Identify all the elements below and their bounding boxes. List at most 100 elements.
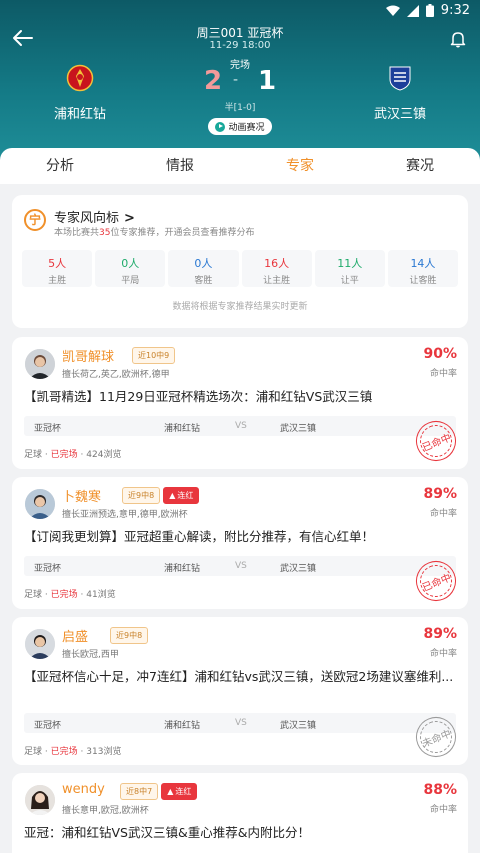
separator: · (44, 747, 48, 757)
hit-rate-label: 命中率 (429, 369, 457, 379)
streak-badge: ▲ 连红 (161, 783, 198, 800)
home-score: 2 (204, 66, 223, 96)
match-row: 亚冠杯 浦和红钻 VS 武汉三镇 (24, 713, 456, 733)
wind-vane-title[interactable]: 专家风向标 > (54, 207, 135, 226)
stat-label: 客胜 (194, 276, 213, 286)
sport: 足球 (24, 450, 43, 460)
article-title[interactable]: 【凯哥精选】11月29日亚冠杯精选场次：浦和红钻VS武汉三镇 (24, 387, 456, 407)
separator: · (44, 590, 48, 600)
expert-card[interactable]: 启盛 近9中8 擅长欧冠,西甲 89% 命中率 【亚冠杯信心十足，冲7连红】浦和… (12, 617, 468, 765)
view-count: 41浏览 (86, 590, 116, 600)
stat-label: 主胜 (48, 276, 67, 286)
home-team[interactable]: 浦和红钻 (30, 64, 130, 122)
tab-live[interactable]: 赛况 (360, 148, 480, 184)
match-row: 亚冠杯 浦和红钻 VS 武汉三镇 (24, 416, 456, 436)
away-team[interactable]: 武汉三镇 (350, 64, 450, 122)
tab-intel[interactable]: 情报 (120, 148, 240, 184)
article-footer: 足球 · 已完场 · 41浏览 (24, 587, 116, 600)
battery-icon (425, 4, 434, 17)
view-count: 313浏览 (86, 747, 122, 757)
avatar (25, 785, 55, 815)
stat-home-win: 5人 主胜 (22, 250, 93, 287)
match-title: 周三001 亚冠杯 (196, 26, 284, 40)
expert-name: 卜魏寒 (62, 490, 102, 505)
sport: 足球 (24, 747, 43, 757)
flame-icon: ▲ (167, 787, 174, 796)
wifi-icon (385, 5, 400, 16)
stat-away-win: 0人客胜 (168, 250, 239, 287)
view-count: 424浏览 (86, 450, 122, 460)
expert-card[interactable]: wendy 近8中7 ▲ 连红 擅长意甲,欧冠,欧洲杯 88% 命中率 亚冠：浦和… (12, 773, 468, 853)
stat-handicap-draw: 11人让平 (314, 250, 385, 287)
animation-live-button[interactable]: 动画赛况 (208, 118, 272, 135)
half-time-score: 半[1-0] (224, 103, 256, 113)
prediction-stats: 5人 主胜 0人平局 0人客胜 16人让主胜 11人让平 14人 让客胜 (22, 250, 459, 287)
expert-badges: 近10中9 (132, 347, 176, 364)
stat-value: 0人 (194, 257, 213, 270)
expert-card[interactable]: 凯哥解球 近10中9 擅长荷乙,英乙,欧洲杯,德甲 90% 命中率 【凯哥精选】… (12, 337, 468, 469)
hit-rate-label: 命中率 (429, 649, 457, 659)
stat-handicap-away-win: 14人 让客胜 (387, 250, 459, 287)
match-state: 已完场 (50, 747, 78, 757)
flame-icon: ▲ (169, 491, 176, 500)
expert-wind-vane-card: 宁 专家风向标 > 本场比赛共35位专家推荐，开通会员查看推荐分布 5人 主胜 0人… (12, 195, 468, 328)
match-header: 9:32 周三001 亚冠杯 11-29 18:00 完场 浦和红钻 2 - 1… (0, 0, 480, 165)
tab-experts[interactable]: 专家 (240, 148, 360, 184)
home-team-logo-icon (66, 64, 94, 92)
play-icon (215, 121, 226, 132)
separator: · (80, 747, 84, 757)
stat-value: 16人 (264, 257, 290, 270)
match-state: 已完场 (50, 590, 78, 600)
match-datetime: 11-29 18:00 (209, 40, 271, 51)
home-team: 浦和红钻 (164, 564, 201, 574)
score-separator: - (233, 72, 239, 88)
stat-label: 让主胜 (263, 276, 291, 286)
article-title[interactable]: 亚冠：浦和红钻VS武汉三镇&重心推荐&内附比分！ (24, 823, 456, 843)
expert-specialties: 擅长意甲,欧冠,欧洲杯 (62, 806, 149, 816)
subtitle-pre: 本场比赛共 (54, 228, 100, 238)
expert-name: wendy (62, 782, 105, 797)
stat-draw: 0人平局 (95, 250, 166, 287)
stat-value: 14人 (410, 257, 436, 270)
away-team: 武汉三镇 (280, 564, 317, 574)
tab-bar: 分析 情报 专家 赛况 (0, 148, 480, 184)
tab-analysis[interactable]: 分析 (0, 148, 120, 184)
record-badge: 近9中8 (110, 627, 149, 644)
stat-label: 平局 (121, 276, 140, 286)
away-team: 武汉三镇 (280, 721, 317, 731)
streak-label: 连红 (177, 491, 194, 500)
vs-label: VS (235, 421, 247, 431)
hit-rate: 89% (423, 626, 457, 642)
record-badge: 近8中7 (120, 783, 159, 800)
status-time: 9:32 (440, 3, 470, 18)
stat-value: 11人 (337, 257, 363, 270)
expert-badges: 近9中8 (110, 627, 149, 644)
match-row: 亚冠杯 浦和红钻 VS 武汉三镇 (24, 556, 456, 576)
separator: · (44, 450, 48, 460)
wind-vane-title-text: 专家风向标 (54, 211, 120, 226)
subtitle-post: 位专家推荐，开通会员查看推荐分布 (110, 228, 255, 238)
league: 亚冠杯 (34, 424, 62, 434)
animation-live-label: 动画赛况 (228, 123, 265, 133)
avatar (25, 629, 55, 659)
away-team: 武汉三镇 (280, 424, 317, 434)
article-title[interactable]: 【亚冠杯信心十足，冲7连红】浦和红钻vs武汉三镇，送欧冠2场建议塞维利... (24, 667, 456, 707)
vs-label: VS (235, 718, 247, 728)
expert-specialties: 擅长荷乙,英乙,欧洲杯,德甲 (62, 370, 170, 380)
stat-value: 0人 (121, 257, 140, 270)
signal-icon (406, 4, 419, 17)
hit-rate: 88% (423, 782, 457, 798)
expert-specialties: 擅长亚洲预选,意甲,德甲,欧洲杯 (62, 510, 188, 520)
separator: · (80, 450, 84, 460)
stat-label: 让平 (340, 276, 359, 286)
status-bar: 9:32 (0, 0, 480, 22)
home-team: 浦和红钻 (164, 721, 201, 731)
article-title[interactable]: 【订阅我更划算】亚冠超重心解读，附比分推荐，有信心红单！ (24, 527, 456, 547)
streak-badge: ▲ 连红 (163, 487, 200, 504)
avatar (25, 349, 55, 379)
hit-rate-label: 命中率 (429, 805, 457, 815)
record-badge: 近9中8 (122, 487, 161, 504)
wind-vane-note: 数据将根据专家推荐结果实时更新 (172, 302, 308, 312)
article-footer: 足球 · 已完场 · 424浏览 (24, 447, 121, 460)
expert-card[interactable]: 卜魏寒 近9中8 ▲ 连红 擅长亚洲预选,意甲,德甲,欧洲杯 89% 命中率 【订… (12, 477, 468, 609)
